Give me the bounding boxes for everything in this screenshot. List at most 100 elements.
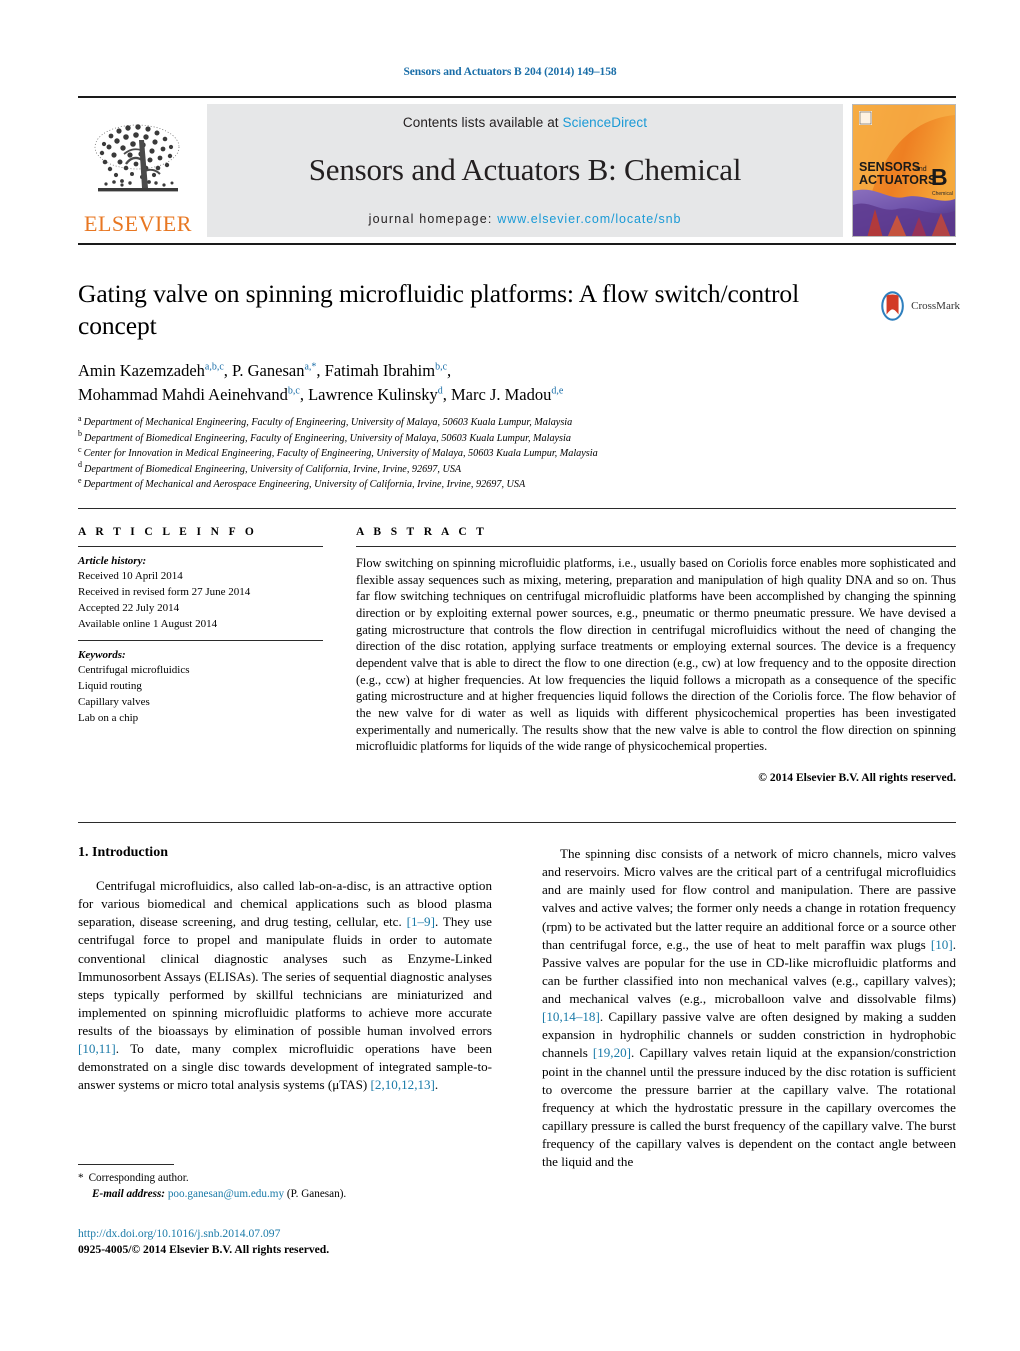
affiliation-text: Department of Mechanical Engineering, Fa… — [83, 417, 573, 429]
intro-text-2: . They use centrifugal force to propel a… — [78, 914, 492, 1038]
affiliation-list: a Department of Mechanical Engineering, F… — [78, 413, 868, 493]
homepage-line: journal homepage: www.elsevier.com/locat… — [369, 212, 682, 226]
keyword-item: Lab on a chip — [78, 712, 139, 725]
affiliation-letter: e — [78, 475, 82, 485]
citation-ref-10[interactable]: [10] — [931, 937, 953, 952]
author-list: Amin Kazemzadeha,b,c, P. Ganesana,*, Fat… — [78, 361, 564, 404]
keyword-item: Capillary valves — [78, 696, 150, 709]
homepage-prefix: journal homepage: — [368, 212, 498, 226]
corresponding-author-footnote: * Corresponding author. E-mail address: p… — [78, 1170, 492, 1202]
svg-text:and: and — [915, 166, 927, 173]
corresponding-author-text: Corresponding author. — [88, 1172, 189, 1184]
doi-link[interactable]: http://dx.doi.org/10.1016/j.snb.2014.07.… — [78, 1226, 578, 1242]
citation-ref-10-14-18[interactable]: [10,14–18] — [542, 1009, 600, 1024]
body-columns: 1. Introduction Centrifugal microfluidic… — [78, 845, 956, 1171]
journal-cover-image: SENSORS and ACTUATORS B Chemical — [852, 104, 956, 237]
crossmark-label: CrossMark — [911, 300, 960, 312]
journal-title: Sensors and Actuators B: Chemical — [308, 152, 742, 187]
affiliation-item: d Department of Biomedical Engineering, U… — [78, 460, 868, 478]
citation-ref-1-9[interactable]: [1–9] — [407, 914, 435, 929]
body-column-gap — [492, 845, 542, 1171]
affiliation-text: Department of Biomedical Engineering, Un… — [84, 463, 462, 475]
email-link[interactable]: poo.ganesan@um.edu.my — [168, 1188, 284, 1200]
abstract-divider — [356, 546, 956, 547]
article-history-item: Received 10 April 2014 — [78, 570, 183, 582]
info-abstract-section: A R T I C L E I N F O Article history: R… — [78, 508, 956, 784]
article-history-label: Article history: — [78, 555, 147, 567]
body-column-left: 1. Introduction Centrifugal microfluidic… — [78, 845, 492, 1171]
crossmark-icon — [881, 291, 904, 321]
article-history-lines: Received 10 April 2014 Received in revise… — [78, 568, 323, 632]
citation-ref-2-10-12-13[interactable]: [2,10,12,13] — [371, 1077, 435, 1092]
affiliation-text: Department of Biomedical Engineering, Fa… — [84, 432, 571, 444]
keywords-lines: Centrifugal microfluidics Liquid routing C… — [78, 662, 323, 726]
author-name: Amin Kazemzadeh — [78, 361, 205, 381]
author-affiliation-mark: a,b,c — [204, 361, 224, 373]
body-column-right: The spinning disc consists of a network … — [542, 845, 956, 1171]
cover-artwork: SENSORS and ACTUATORS B Chemical — [853, 105, 955, 236]
citation-ref-10-11[interactable]: [10,11] — [78, 1041, 116, 1056]
issn-copyright-line: 0925-4005/© 2014 Elsevier B.V. All right… — [78, 1243, 330, 1257]
author-name: Marc J. Madou — [451, 384, 552, 404]
article-history-item: Received in revised form 27 June 2014 — [78, 586, 251, 599]
affiliation-letter: c — [78, 444, 82, 454]
author-affiliation-mark: a,* — [304, 361, 317, 373]
doi-block: http://dx.doi.org/10.1016/j.snb.2014.07.… — [78, 1226, 578, 1259]
abstract-column: A B S T R A C T Flow switching on spinni… — [356, 508, 956, 784]
page-title: Gating valve on spinning microfluidic pl… — [78, 279, 800, 341]
author-affiliation-mark: b,c — [287, 385, 300, 397]
author-name: Lawrence Kulinsky — [308, 384, 438, 404]
intro-text-4: . — [434, 1077, 439, 1093]
paper-page: Sensors and Actuators B 204 (2014) 149–1… — [0, 0, 1020, 1351]
title-block: Gating valve on spinning microfluidic pl… — [78, 278, 868, 493]
intro-paragraph-right: The spinning disc consists of a network … — [542, 845, 956, 1171]
affiliation-letter: d — [78, 460, 82, 470]
svg-text:ACTUATORS: ACTUATORS — [859, 173, 936, 187]
footnote-asterisk: * — [78, 1172, 84, 1184]
elsevier-logo: ELSEVIER — [78, 104, 198, 237]
author-affiliation-mark: d,e — [551, 385, 564, 397]
author-affiliation-mark: d — [437, 385, 443, 397]
svg-text:B: B — [931, 164, 948, 190]
column-gap — [323, 508, 356, 784]
article-history-item: Available online 1 August 2014 — [78, 618, 218, 631]
keywords-label: Keywords: — [78, 649, 126, 662]
affiliation-item: a Department of Mechanical Engineering, F… — [78, 413, 868, 431]
svg-text:Chemical: Chemical — [932, 191, 953, 197]
sciencedirect-link[interactable]: ScienceDirect — [563, 115, 648, 130]
journal-band: Contents lists available at ScienceDirec… — [207, 104, 843, 237]
article-info-divider — [78, 546, 323, 547]
right-text-4: . Capillary valves retain liquid at the … — [542, 1045, 956, 1170]
copyright-line: © 2014 Elsevier B.V. All rights reserved… — [758, 771, 956, 785]
author-name: Mohammad Mahdi Aeinehvand — [78, 384, 288, 404]
affiliation-text: Center for Innovation in Medical Enginee… — [83, 448, 598, 460]
email-address-label: E-mail address: — [92, 1188, 166, 1201]
footnote-rule — [78, 1164, 174, 1165]
email-suffix: (P. Ganesan). — [286, 1188, 347, 1201]
affiliation-text: Department of Mechanical and Aerospace E… — [83, 479, 526, 491]
author-name: P. Ganesan — [232, 361, 305, 381]
author-affiliation-mark: b,c — [435, 361, 448, 373]
contents-line: Contents lists available at ScienceDirec… — [403, 115, 647, 130]
svg-text:SENSORS: SENSORS — [859, 160, 920, 174]
abstract-text: Flow switching on spinning microfluidic … — [356, 556, 956, 754]
article-info-heading: A R T I C L E I N F O — [78, 526, 258, 538]
running-head: Sensors and Actuators B 204 (2014) 149–1… — [403, 66, 617, 78]
body-rule-top — [78, 822, 956, 823]
elsevier-wordmark: ELSEVIER — [84, 211, 192, 236]
article-info-column: A R T I C L E I N F O Article history: R… — [78, 508, 323, 784]
homepage-link[interactable]: www.elsevier.com/locate/snb — [497, 212, 681, 226]
affiliation-letter: a — [78, 413, 82, 423]
author-name: Fatimah Ibrahim — [324, 361, 436, 381]
abstract-heading: A B S T R A C T — [356, 526, 488, 538]
section-heading-introduction: 1. Introduction — [78, 845, 168, 860]
intro-paragraph-left: Centrifugal microfluidics, also called l… — [78, 877, 492, 1095]
elsevier-tree-icon — [94, 124, 180, 192]
keyword-item: Centrifugal microfluidics — [78, 664, 190, 677]
affiliation-item: b Department of Biomedical Engineering, F… — [78, 429, 868, 447]
crossmark-badge[interactable]: CrossMark — [878, 283, 960, 329]
keyword-item: Liquid routing — [78, 680, 142, 693]
citation-ref-19-20[interactable]: [19,20] — [593, 1045, 631, 1060]
affiliation-letter: b — [78, 429, 82, 439]
keywords-divider — [78, 640, 323, 642]
